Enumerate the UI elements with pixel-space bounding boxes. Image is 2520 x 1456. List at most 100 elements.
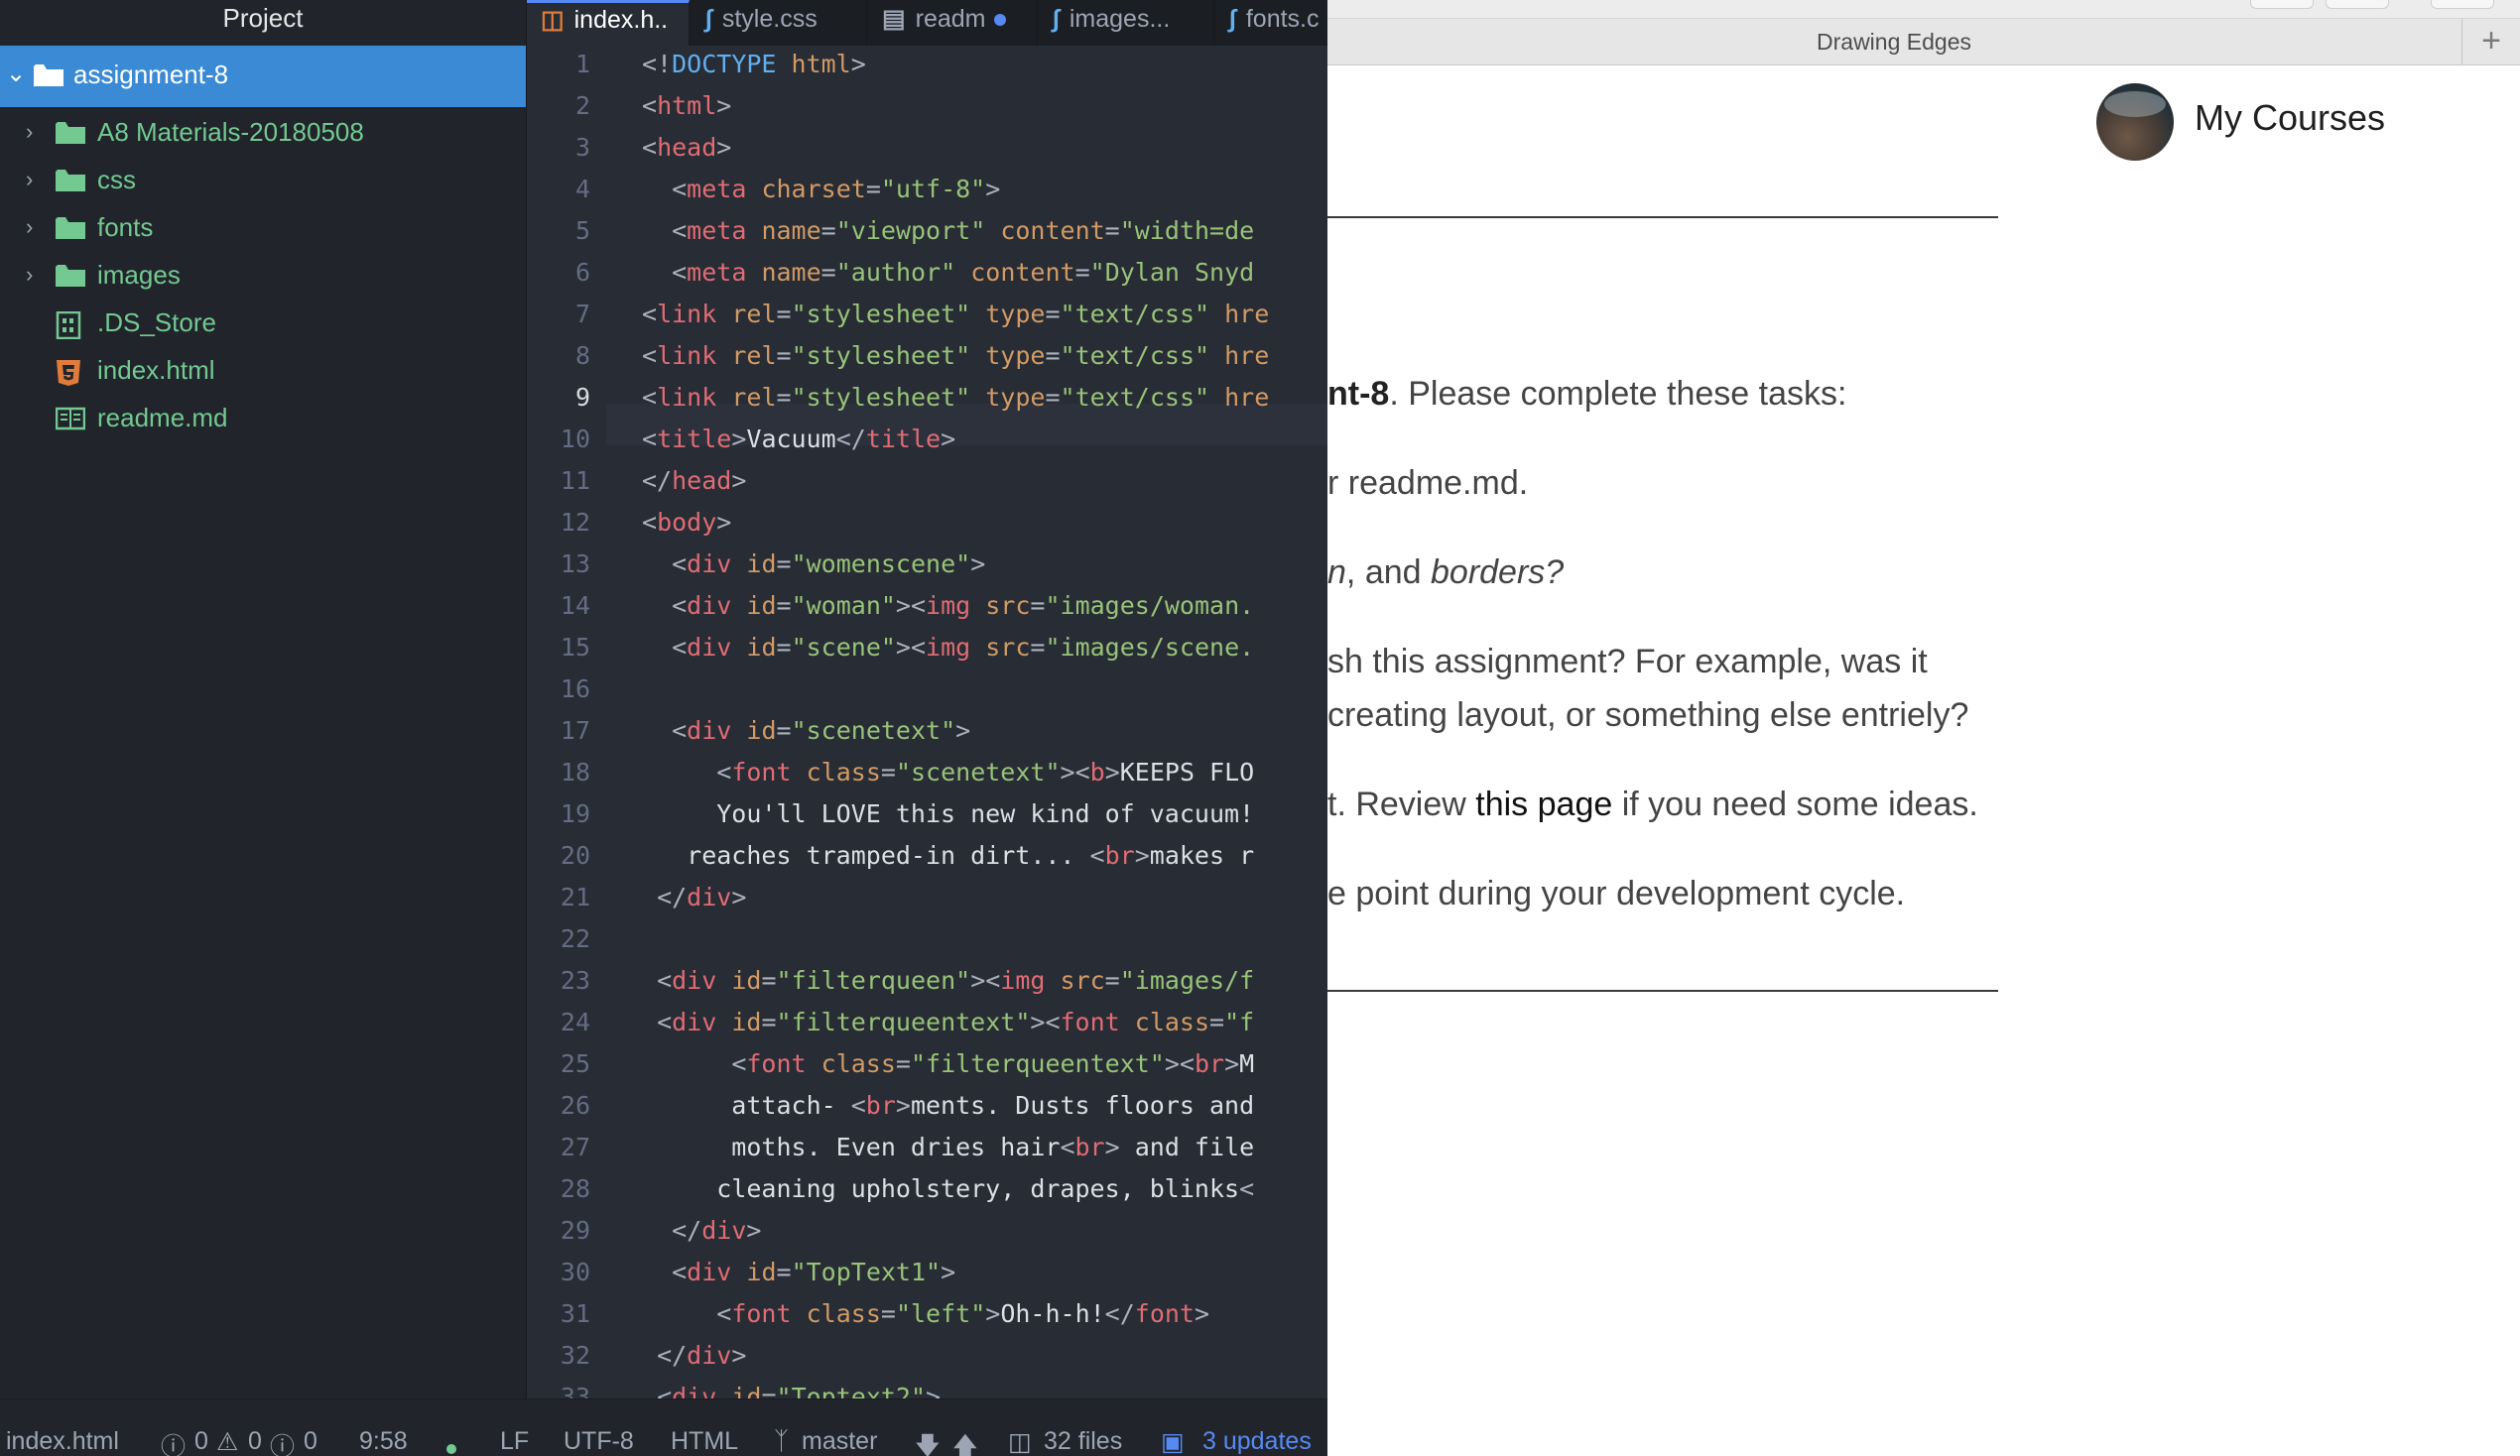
html5-icon [56, 359, 81, 392]
line-number[interactable]: 4 [575, 175, 590, 203]
line-number[interactable]: 3 [575, 133, 590, 162]
line-number[interactable]: 16 [561, 674, 590, 703]
project-tree: Project ⌄ assignment-8 › A8 Materials-20… [0, 0, 527, 1398]
line-number[interactable]: 19 [561, 799, 590, 828]
chevron-right-icon[interactable]: › [26, 262, 33, 288]
arrow-down-icon[interactable]: 🡇 [915, 1427, 941, 1456]
status-dot [446, 1444, 456, 1454]
code-line: attach- <br>ments. Dusts floors and [642, 1091, 1255, 1120]
code-line: <div id="TopText1"> [672, 1258, 956, 1286]
chevron-right-icon[interactable]: › [26, 167, 33, 192]
code-line: <link rel="stylesheet" type="text/css" h… [642, 300, 1270, 328]
line-number[interactable]: 17 [561, 716, 590, 745]
tree-root-label: assignment-8 [73, 60, 229, 89]
editor-tab-bar: ◫ index.h.. ∫ style.css ▤ readm ∫ images... … [527, 0, 1327, 47]
toolbar-button[interactable] [2431, 0, 2494, 9]
line-number[interactable]: 24 [561, 1008, 590, 1036]
browser-tab-bar: Drawing Edges + [1327, 19, 2520, 65]
tree-item-css[interactable]: › css [0, 157, 526, 204]
project-panel-title: Project [0, 0, 526, 46]
chevron-right-icon[interactable]: › [26, 119, 33, 145]
tree-item-a8-materials[interactable]: › A8 Materials-20180508 [0, 109, 526, 157]
line-number[interactable]: 29 [561, 1216, 590, 1245]
tree-item-index-html[interactable]: index.html [0, 347, 526, 395]
line-number[interactable]: 7 [575, 300, 590, 328]
new-tab-button[interactable]: + [2461, 19, 2520, 64]
line-ending[interactable]: LF [500, 1427, 529, 1456]
tab-label: readm [915, 5, 986, 33]
encoding[interactable]: UTF-8 [564, 1427, 634, 1456]
tree-root-folder[interactable]: ⌄ assignment-8 [0, 46, 526, 107]
line-number[interactable]: 13 [561, 549, 590, 578]
task-item: t. Review this page if you need some ide… [1327, 786, 1978, 823]
file-count[interactable]: 32 files [1044, 1427, 1122, 1456]
line-number[interactable]: 14 [561, 591, 590, 620]
tree-item-readme[interactable]: readme.md [0, 395, 526, 442]
css3-icon: ∫ [1053, 5, 1060, 33]
tab-fonts-css[interactable]: ∫ fonts.c [1215, 0, 1327, 46]
code-line: <body> [642, 508, 732, 537]
updates-link[interactable]: 3 updates [1202, 1427, 1312, 1456]
line-number[interactable]: 2 [575, 91, 590, 120]
chevron-right-icon[interactable]: › [26, 214, 33, 240]
line-number[interactable]: 10 [561, 425, 590, 453]
line-number[interactable]: 5 [575, 216, 590, 245]
tree-item-fonts[interactable]: › fonts [0, 204, 526, 252]
status-bar: index.html ⓘ 0 ⚠ 0 ⓘ 0 9:58 LF UTF-8 HTM… [0, 1398, 1327, 1456]
code-line: </div> [657, 883, 747, 911]
status-warnings[interactable]: 0 [248, 1427, 262, 1456]
toolbar-button[interactable] [2250, 0, 2314, 9]
book-icon: ▤ [882, 5, 906, 33]
status-file-name[interactable]: index.html [6, 1427, 119, 1456]
my-courses-link[interactable]: My Courses [2195, 97, 2385, 139]
git-branch[interactable]: master [802, 1427, 877, 1456]
arrow-up-icon[interactable]: 🡅 [952, 1427, 978, 1456]
tab-label: images... [1069, 5, 1171, 33]
tab-index-html[interactable]: ◫ index.h.. [527, 0, 690, 46]
tab-images-css[interactable]: ∫ images... [1039, 0, 1214, 46]
line-number[interactable]: 31 [561, 1299, 590, 1328]
this-page-link[interactable]: this page [1475, 786, 1612, 823]
tree-item-ds-store[interactable]: .DS_Store [0, 300, 526, 347]
tab-readme[interactable]: ▤ readm [868, 0, 1038, 46]
line-number[interactable]: 18 [561, 758, 590, 787]
status-infos[interactable]: 0 [304, 1427, 317, 1456]
line-number[interactable]: 28 [561, 1174, 590, 1203]
chevron-down-icon[interactable]: ⌄ [6, 60, 26, 88]
tree-item-images[interactable]: › images [0, 252, 526, 300]
browser-tab[interactable]: Drawing Edges [1327, 19, 2460, 64]
cursor-position[interactable]: 9:58 [359, 1427, 408, 1456]
line-number[interactable]: 6 [575, 258, 590, 287]
line-number[interactable]: 23 [561, 966, 590, 995]
code-line: <title>Vacuum</title> [642, 425, 956, 453]
line-number[interactable]: 22 [561, 924, 590, 953]
status-errors[interactable]: 0 [194, 1427, 208, 1456]
toolbar-button[interactable] [2326, 0, 2389, 9]
code-line: </div> [672, 1216, 762, 1245]
line-number[interactable]: 11 [561, 466, 590, 495]
code-line: <meta name="viewport" content="width=de [672, 216, 1255, 245]
line-number[interactable]: 25 [561, 1049, 590, 1078]
line-number[interactable]: 8 [575, 341, 590, 370]
line-number[interactable]: 20 [561, 841, 590, 870]
avatar[interactable] [2096, 83, 2174, 161]
line-number[interactable]: 26 [561, 1091, 590, 1120]
line-number[interactable]: 21 [561, 883, 590, 911]
line-number[interactable]: 9 [575, 383, 590, 412]
line-number-gutter: 1 2 3 4 5 6 7 8 9 10 11 12 13 14 15 16 17 18 19 20 21 22 23 24 2… [527, 46, 606, 1411]
folder-icon [56, 264, 85, 293]
line-number[interactable]: 12 [561, 508, 590, 537]
line-number[interactable]: 32 [561, 1341, 590, 1370]
line-number[interactable]: 1 [575, 50, 590, 78]
line-number[interactable]: 30 [561, 1258, 590, 1286]
line-number[interactable]: 15 [561, 633, 590, 662]
grammar[interactable]: HTML [671, 1427, 738, 1456]
tab-label: fonts.c [1245, 5, 1320, 33]
divider [1327, 216, 1998, 218]
code-area[interactable]: <!DOCTYPE html> <html> <head> <meta char… [606, 46, 1327, 1398]
code-line: <div id="woman"><img src="images/woman. [672, 591, 1255, 620]
code-line: moths. Even dries hair<br> and file [642, 1133, 1255, 1161]
line-number[interactable]: 27 [561, 1133, 590, 1161]
code-line: <div id="filterqueentext"><font class="f [657, 1008, 1255, 1036]
tab-style-css[interactable]: ∫ style.css [692, 0, 867, 46]
